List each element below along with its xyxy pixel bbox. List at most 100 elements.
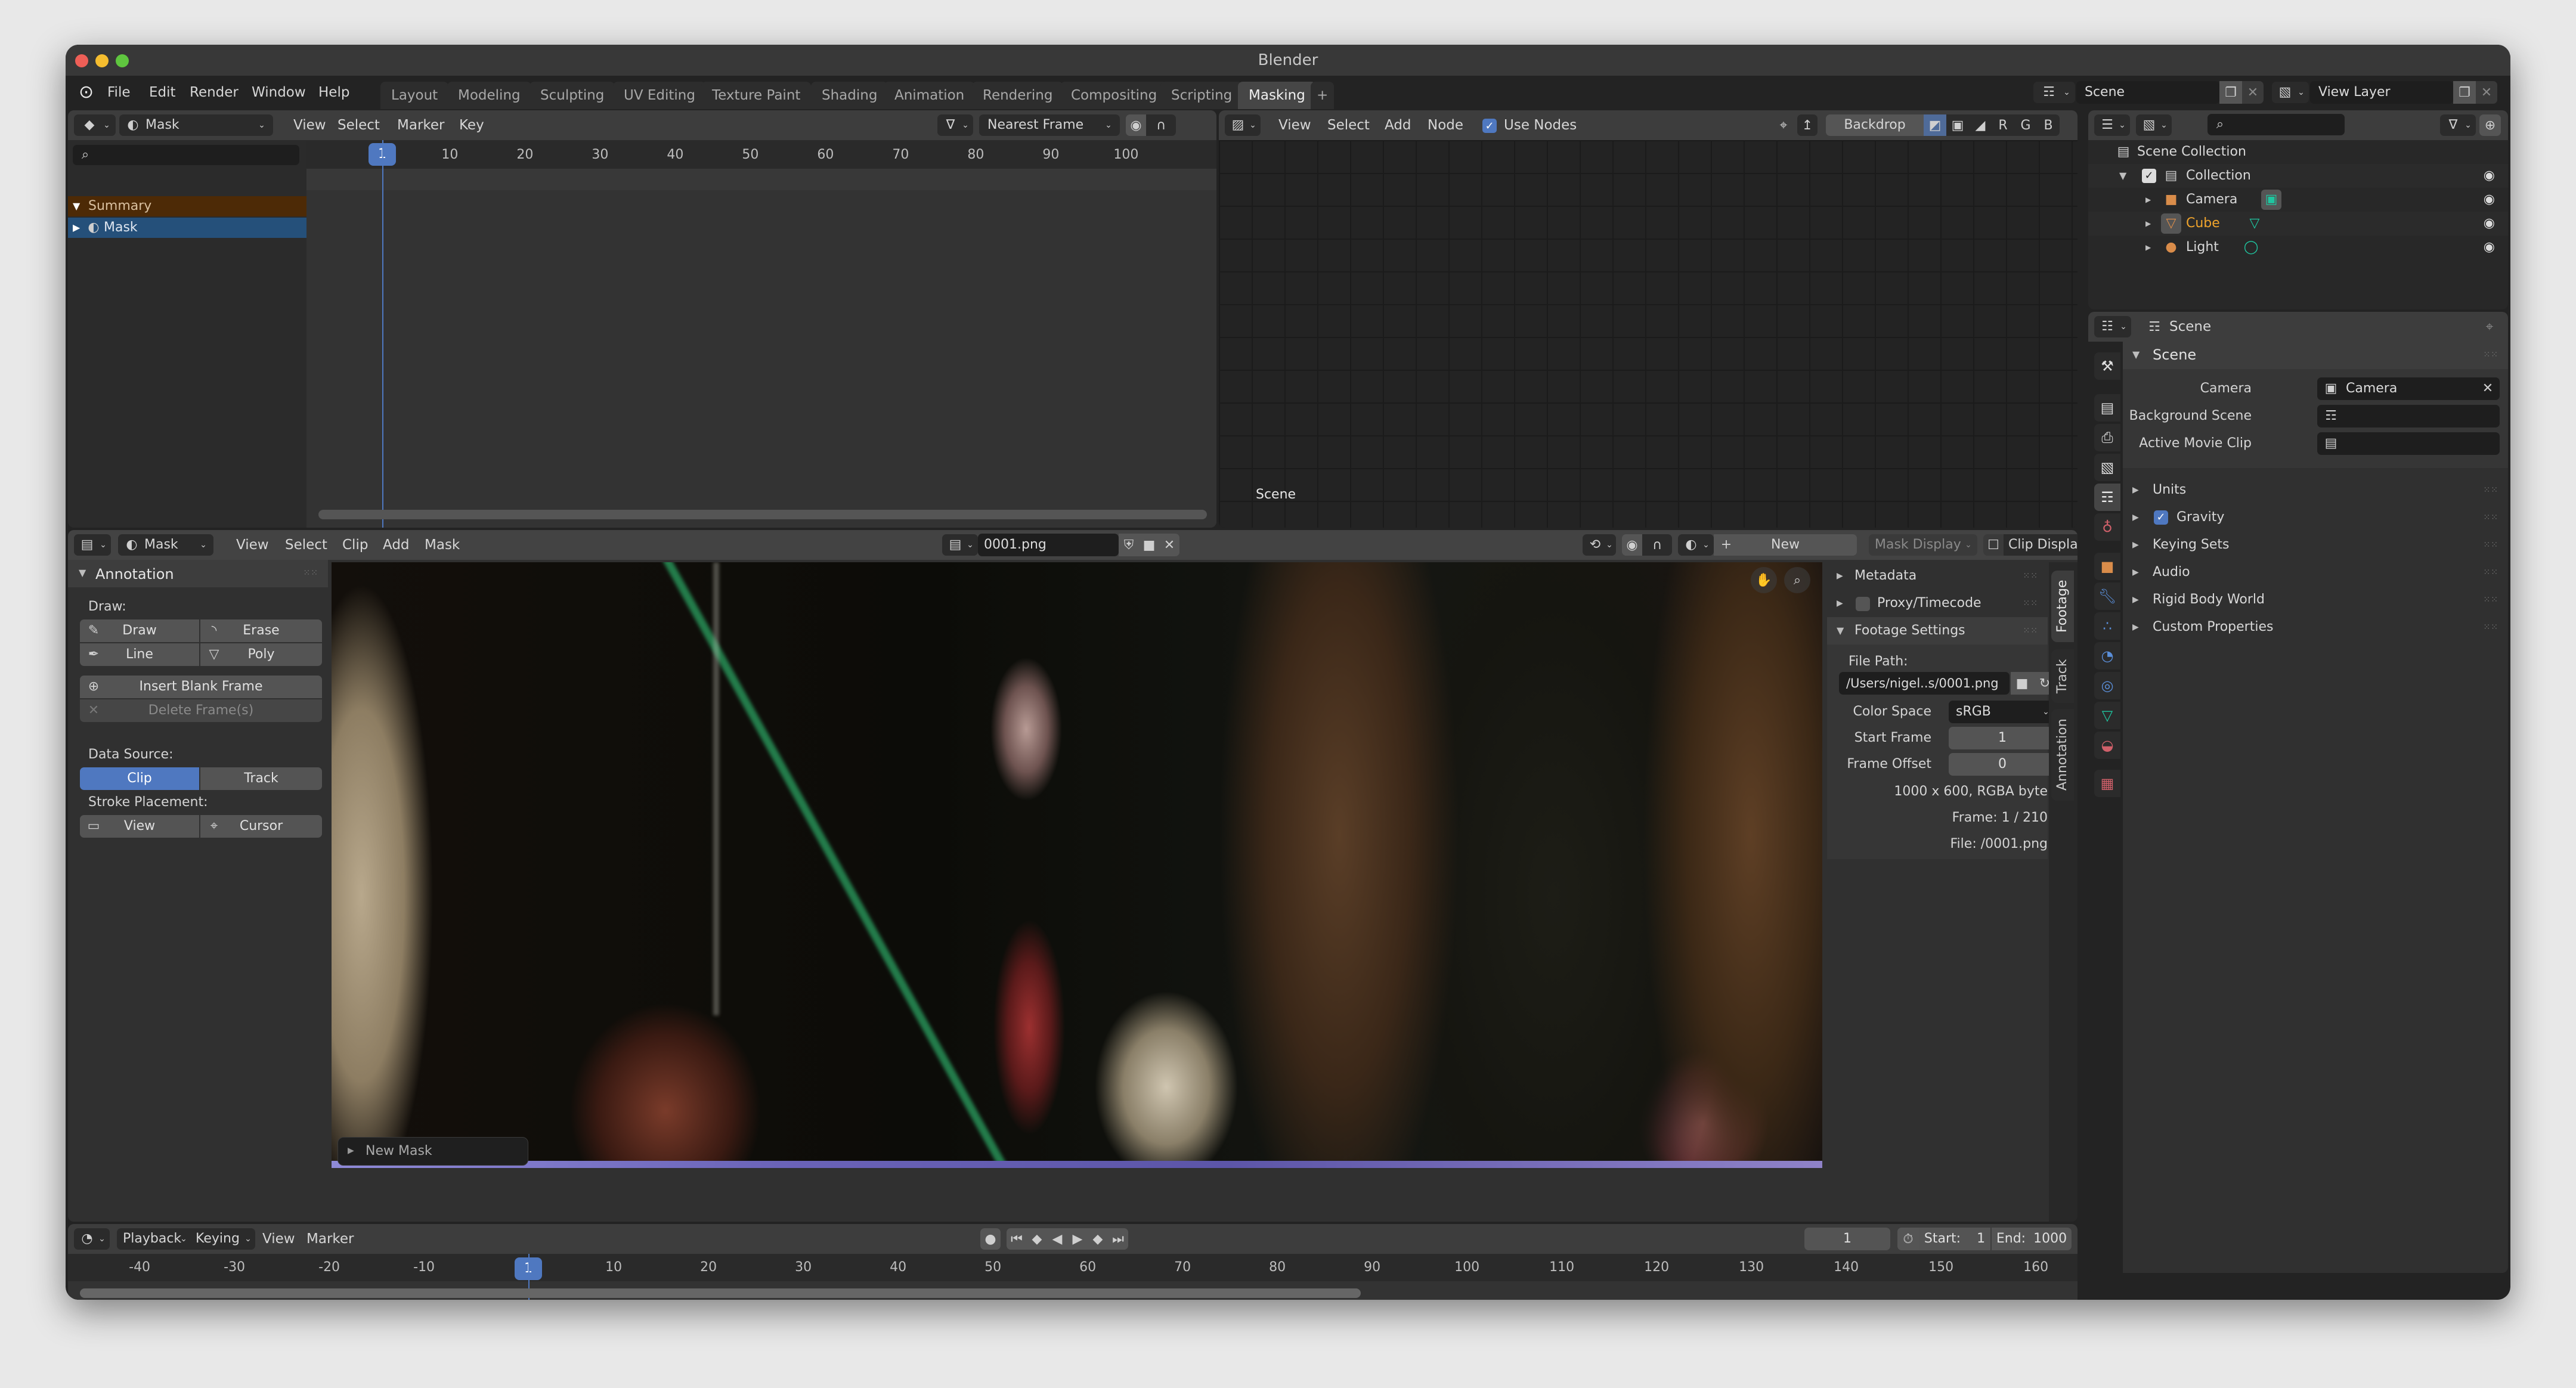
workspace-tab-sculpting[interactable]: Sculpting [530, 82, 615, 109]
tab-footage[interactable]: Footage [2051, 571, 2074, 642]
tab-modifiers[interactable]: 🔧︎ [2094, 583, 2120, 610]
menu-edit[interactable]: Edit [149, 76, 176, 109]
use-nodes-checkbox[interactable]: ✓ [1482, 119, 1497, 133]
dopesheet-menu-key[interactable]: Key [459, 110, 484, 140]
jump-start-icon[interactable]: ⏮ [1007, 1228, 1027, 1250]
dopesheet-keyframe-area[interactable] [306, 140, 1216, 528]
view-layer-browse-button[interactable]: ▧ ⌄ [2272, 82, 2309, 103]
channel-b-button[interactable]: B [2037, 114, 2060, 136]
clear-icon[interactable]: ✕ [2481, 377, 2495, 400]
backdrop-color-alpha-icon[interactable]: ◩ [1924, 114, 1946, 136]
open-folder-icon[interactable]: ■ [2011, 672, 2033, 695]
visibility-eye-icon[interactable]: ◉ [2484, 188, 2495, 212]
record-icon[interactable]: ● [980, 1228, 1001, 1250]
camera-field[interactable]: ▣ Camera ✕ [2317, 377, 2500, 400]
workspace-tab-texture-paint[interactable]: Texture Paint [701, 82, 812, 109]
open-file-icon[interactable]: ■ [1139, 534, 1159, 556]
start-frame-input[interactable]: 1 [1949, 727, 2056, 749]
tab-material[interactable]: ◒ [2094, 732, 2120, 759]
dopesheet-time-ruler[interactable]: 1 102030405060708090100 [306, 140, 1216, 169]
next-keyframe-icon[interactable]: ◆ [1088, 1228, 1108, 1250]
node-menu-select[interactable]: Select [1327, 110, 1370, 140]
new-collection-icon[interactable]: ⊕ [2479, 114, 2501, 136]
end-frame-field[interactable]: End: 1000 [1992, 1228, 2072, 1250]
node-canvas[interactable] [1219, 140, 2077, 528]
section-rigid-body-world[interactable]: ▶ Rigid Body World ⁙⁙ [2123, 586, 2508, 614]
filter-button[interactable]: ∇ ⌄ [937, 114, 973, 136]
workspace-tab-uv-editing[interactable]: UV Editing [613, 82, 706, 109]
camera-data-icon[interactable]: ▣ [2261, 190, 2281, 210]
clip-menu-select[interactable]: Select [285, 530, 327, 560]
dopesheet-mode-dropdown[interactable]: ◐ Mask ⌄ [119, 114, 273, 136]
current-frame-input[interactable]: 1 [1804, 1228, 1890, 1250]
menu-window[interactable]: Window [252, 76, 306, 109]
pan-hand-icon[interactable]: ✋ [1751, 567, 1777, 593]
outliner-filter-button[interactable]: ∇ ⌄ [2440, 114, 2476, 136]
editor-type-button[interactable]: ☷ ⌄ [2094, 316, 2131, 337]
scene-name-field[interactable]: Scene [2076, 81, 2219, 104]
tab-tool[interactable]: ⚒ [2094, 352, 2120, 380]
unlink-clip-icon[interactable]: ✕ [1159, 534, 1179, 556]
panel-drag-handle[interactable]: ⁙⁙ [2023, 590, 2038, 617]
tab-track[interactable]: Track [2051, 649, 2074, 703]
expand-triangle-icon[interactable]: ▶ [2132, 531, 2139, 559]
expand-triangle-icon[interactable]: ▼ [2119, 164, 2126, 188]
clip-browse-button[interactable]: ▤ ⌄ [942, 534, 978, 556]
annotation-panel-header[interactable]: ▼ Annotation ⁙⁙ [68, 560, 328, 587]
prev-keyframe-icon[interactable]: ◆ [1027, 1228, 1047, 1250]
editor-type-button[interactable]: ◔ ⌄ [74, 1228, 110, 1250]
section-audio[interactable]: ▶ Audio ⁙⁙ [2123, 559, 2508, 586]
pin-icon[interactable]: ⌖ [2479, 316, 2500, 337]
expand-triangle-icon[interactable]: ▶ [2132, 586, 2139, 614]
node-menu-view[interactable]: View [1278, 110, 1311, 140]
play-reverse-icon[interactable]: ◀ [1047, 1228, 1067, 1250]
clip-viewport[interactable]: ✋ ⌕ ▶ New Mask [332, 562, 1822, 1168]
clip-menu-mask[interactable]: Mask [425, 530, 460, 560]
keying-menu[interactable]: Keying ⌄ [191, 1228, 255, 1250]
channel-g-button[interactable]: G [2014, 114, 2037, 136]
expand-triangle-icon[interactable]: ▼ [73, 196, 80, 216]
clip-menu-add[interactable]: Add [383, 530, 410, 560]
view-layer-name-field[interactable]: View Layer [2310, 81, 2453, 104]
visibility-eye-icon[interactable]: ◉ [2484, 236, 2495, 259]
clip-display-dropdown[interactable]: Clip Display ⌄ [2004, 534, 2077, 556]
data-source-track-button[interactable]: Track [200, 767, 322, 790]
expand-triangle-icon[interactable]: ▶ [348, 1146, 354, 1155]
collapse-triangle-icon[interactable]: ▼ [2132, 349, 2140, 360]
outliner-row-collection[interactable]: ▼ ✓ ▤ Collection ◉ [2088, 164, 2508, 188]
workspace-tab-shading[interactable]: Shading [811, 82, 888, 109]
clip-mode-dropdown[interactable]: ◐ Mask ⌄ [118, 534, 213, 556]
collapse-triangle-icon[interactable]: ▼ [79, 567, 86, 578]
node-menu-add[interactable]: Add [1385, 110, 1411, 140]
expand-triangle-icon[interactable]: ▶ [2132, 559, 2139, 586]
lock-selection-icon[interactable]: ☐ [1983, 534, 2004, 556]
active-movie-clip-field[interactable]: ▤ [2317, 432, 2500, 455]
channel-search-input[interactable]: ⌕ [73, 145, 299, 165]
workspace-tab-animation[interactable]: Animation [884, 82, 976, 109]
new-mask-button[interactable]: + New [1714, 534, 1857, 556]
workspace-tab-scripting[interactable]: Scripting [1160, 82, 1243, 109]
scene-browse-button[interactable]: ☶ ⌄ [2033, 82, 2075, 103]
section-custom-properties[interactable]: ▶ Custom Properties ⁙⁙ [2123, 614, 2508, 641]
expand-triangle-icon[interactable]: ▶ [1837, 562, 1843, 590]
expand-triangle-icon[interactable]: ▶ [2132, 614, 2139, 641]
workspace-tab-rendering[interactable]: Rendering [972, 82, 1064, 109]
timeline-menu-view[interactable]: View [262, 1224, 295, 1254]
clip-name-field[interactable]: 0001.png [978, 534, 1119, 556]
backdrop-toggle[interactable]: Backdrop [1826, 114, 1924, 136]
falloff-icon[interactable]: ∩ [1146, 114, 1176, 136]
tab-object[interactable]: ■ [2094, 553, 2120, 580]
expand-triangle-icon[interactable]: ▶ [2145, 188, 2151, 212]
tab-render[interactable]: ▤ [2094, 394, 2120, 422]
mesh-data-icon[interactable]: ▽ [2244, 212, 2265, 236]
draw-button[interactable]: ✎ Draw [80, 619, 199, 642]
visibility-eye-icon[interactable]: ◉ [2484, 212, 2495, 236]
tab-scene[interactable]: ☶ [2094, 484, 2120, 511]
falloff-icon[interactable]: ∩ [1642, 534, 1672, 556]
tab-world[interactable]: ♁ [2094, 513, 2120, 541]
outliner-row-cube[interactable]: ▶ ▽ Cube ▽ ◉ [2088, 212, 2508, 236]
editor-type-button[interactable]: ◆ ⌄ [74, 114, 116, 136]
snap-mode-dropdown[interactable]: Nearest Frame ⌄ [979, 114, 1120, 136]
channel-mask[interactable]: ▶ ◐ Mask [68, 218, 306, 238]
tab-constraints[interactable]: ◎ [2094, 672, 2120, 699]
